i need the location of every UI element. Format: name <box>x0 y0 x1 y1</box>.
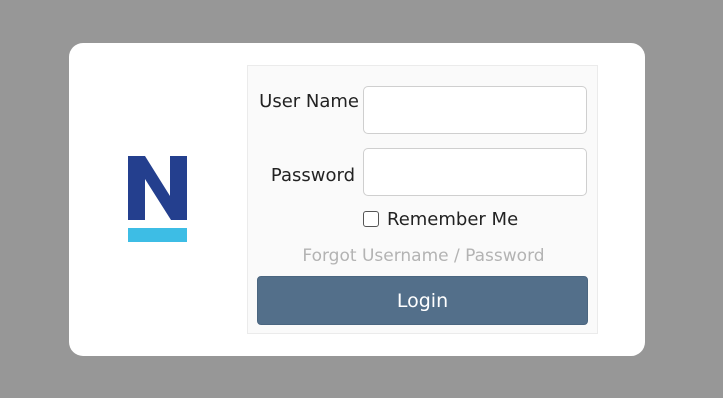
login-form: User Name Password Remember Me Forgot Us… <box>247 65 598 334</box>
brand-logo <box>128 156 187 246</box>
password-input[interactable] <box>363 148 587 196</box>
remember-me-label[interactable]: Remember Me <box>387 209 518 230</box>
remember-me-row[interactable]: Remember Me <box>363 207 518 231</box>
username-label: User Name <box>259 91 359 112</box>
password-label: Password <box>270 165 355 186</box>
brand-logo-bar <box>128 228 187 242</box>
login-card: User Name Password Remember Me Forgot Us… <box>69 43 645 356</box>
forgot-credentials-link[interactable]: Forgot Username / Password <box>248 246 599 266</box>
login-button[interactable]: Login <box>257 276 588 325</box>
username-input[interactable] <box>363 86 587 134</box>
brand-n-logo-icon <box>128 156 187 220</box>
remember-me-checkbox[interactable] <box>363 211 379 227</box>
